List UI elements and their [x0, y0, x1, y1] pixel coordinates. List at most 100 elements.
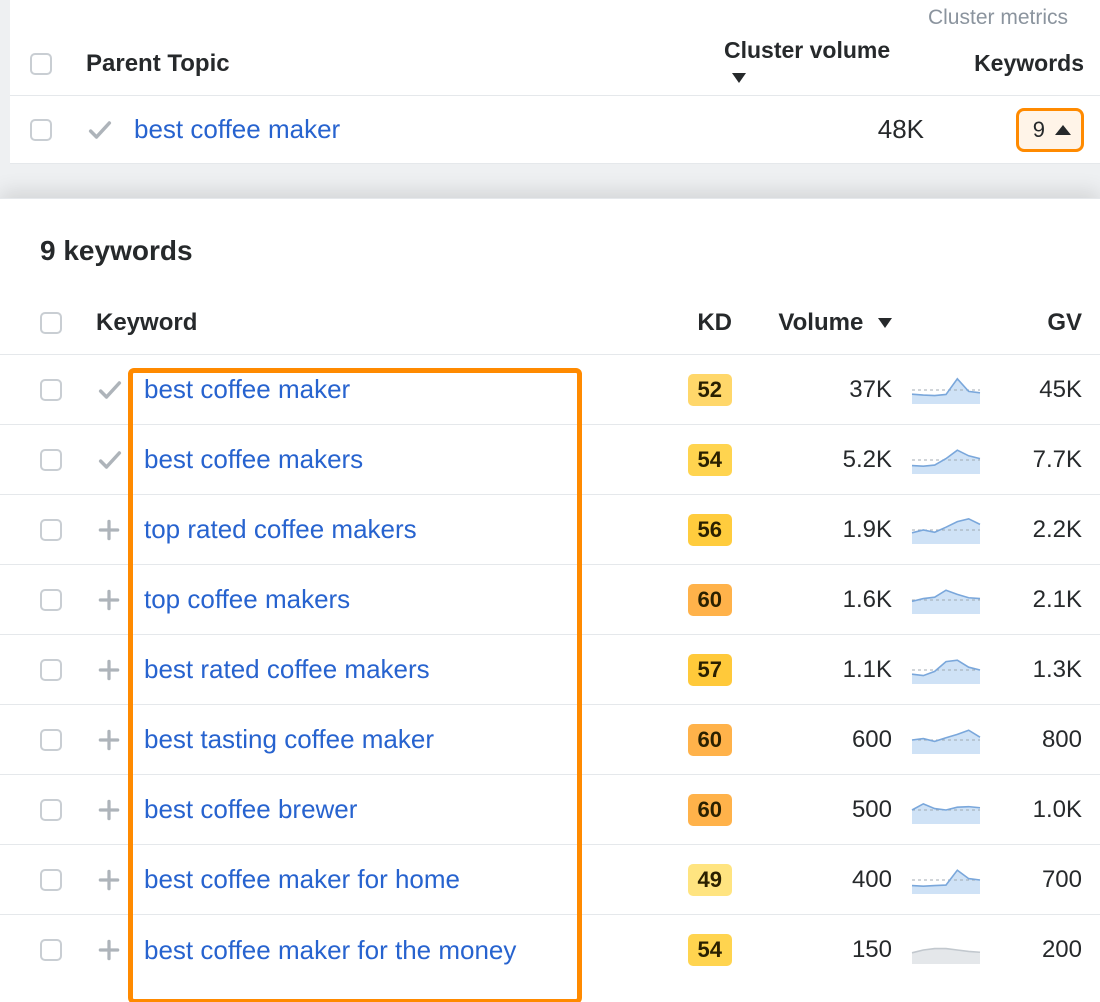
keyword-volume: 37K: [849, 376, 892, 404]
keyword-link[interactable]: best tasting coffee maker: [144, 724, 652, 755]
parent-header-row: Parent Topic Cluster volume Keywords: [10, 32, 1100, 96]
keyword-row: best coffee makers 54 5.2K 7.7K: [0, 425, 1100, 495]
keyword-volume: 5.2K: [843, 446, 892, 474]
keyword-row: best coffee brewer 60 500 1.0K: [0, 775, 1100, 845]
keyword-row-checkbox[interactable]: [40, 939, 62, 961]
keyword-gv: 2.2K: [1033, 516, 1082, 544]
plus-icon[interactable]: [96, 517, 144, 543]
plus-icon[interactable]: [96, 587, 144, 613]
col-keywords[interactable]: Keywords: [974, 50, 1084, 77]
keyword-gv: 45K: [1039, 376, 1082, 404]
col-keyword[interactable]: Keyword: [96, 309, 632, 337]
parent-cluster-volume: 48K: [878, 114, 924, 145]
plus-icon[interactable]: [96, 657, 144, 683]
keyword-gv: 800: [1042, 726, 1082, 754]
col-cluster-volume-text: Cluster volume: [724, 37, 890, 63]
plus-icon[interactable]: [96, 727, 144, 753]
trend-sparkline: [910, 934, 982, 966]
kd-badge: 54: [688, 934, 732, 966]
cluster-metrics-text: Cluster metrics: [928, 6, 1068, 30]
keyword-link[interactable]: best coffee brewer: [144, 794, 652, 825]
keyword-volume: 600: [852, 726, 892, 754]
keyword-gv: 700: [1042, 866, 1082, 894]
keyword-row-checkbox[interactable]: [40, 869, 62, 891]
keyword-gv: 1.3K: [1033, 656, 1082, 684]
keyword-volume: 1.6K: [843, 586, 892, 614]
keyword-link[interactable]: best coffee maker for the money: [144, 935, 652, 966]
cluster-metrics-label: Cluster metrics: [10, 0, 1100, 32]
sort-caret-down-icon: [732, 73, 746, 83]
parent-row-checkbox[interactable]: [30, 119, 52, 141]
keyword-row: best coffee maker for the money54150 200: [0, 915, 1100, 985]
parent-topic-link[interactable]: best coffee maker: [134, 114, 340, 144]
sort-caret-down-icon: [878, 318, 892, 328]
keyword-link[interactable]: top rated coffee makers: [144, 514, 652, 545]
keyword-row: best rated coffee makers571.1K 1.3K: [0, 635, 1100, 705]
keyword-volume: 400: [852, 866, 892, 894]
keyword-row: best tasting coffee maker 60 600 800: [0, 705, 1100, 775]
kd-badge: 56: [688, 514, 732, 546]
keyword-gv: 2.1K: [1033, 586, 1082, 614]
kd-badge: 49: [688, 864, 732, 896]
kd-badge: 52: [688, 374, 732, 406]
keywords-count: 9: [1033, 117, 1045, 143]
col-kd[interactable]: KD: [697, 309, 732, 337]
keywords-header-row: Keyword KD Volume GV: [0, 291, 1100, 355]
keyword-row: best coffee maker 52 37K 45K: [0, 355, 1100, 425]
keywords-count-toggle[interactable]: 9: [1016, 108, 1084, 152]
keyword-row-checkbox[interactable]: [40, 659, 62, 681]
check-icon: [96, 446, 144, 474]
check-icon: [96, 376, 144, 404]
kd-badge: 60: [688, 724, 732, 756]
trend-sparkline: [910, 374, 982, 406]
plus-icon[interactable]: [96, 867, 144, 893]
keyword-row: best coffee maker for home 49 400 700: [0, 845, 1100, 915]
keyword-row-checkbox[interactable]: [40, 589, 62, 611]
keyword-row-checkbox[interactable]: [40, 379, 62, 401]
col-volume-text: Volume: [778, 309, 863, 336]
trend-sparkline: [910, 794, 982, 826]
keyword-row-checkbox[interactable]: [40, 729, 62, 751]
trend-sparkline: [910, 514, 982, 546]
trend-sparkline: [910, 864, 982, 896]
trend-sparkline: [910, 724, 982, 756]
keyword-row-checkbox[interactable]: [40, 799, 62, 821]
trend-sparkline: [910, 444, 982, 476]
select-all-parent-checkbox[interactable]: [30, 53, 52, 75]
plus-icon[interactable]: [96, 937, 144, 963]
keyword-rows: best coffee maker5237K 45Kbest coffee ma…: [0, 355, 1100, 985]
keyword-volume: 150: [852, 936, 892, 964]
keyword-row-checkbox[interactable]: [40, 449, 62, 471]
parent-topic-link-wrap: best coffee maker: [134, 114, 744, 145]
keyword-link[interactable]: best rated coffee makers: [144, 654, 652, 685]
select-all-keywords-checkbox[interactable]: [40, 312, 62, 334]
plus-icon[interactable]: [96, 797, 144, 823]
kd-badge: 54: [688, 444, 732, 476]
keyword-link[interactable]: best coffee maker for home: [144, 864, 652, 895]
keyword-row: top rated coffee makers 56 1.9K 2.2K: [0, 495, 1100, 565]
kd-badge: 57: [688, 654, 732, 686]
keyword-row-checkbox[interactable]: [40, 519, 62, 541]
keywords-expanded-panel: 9 keywords Keyword KD Volume GV best cof…: [0, 198, 1100, 1002]
keyword-volume: 500: [852, 796, 892, 824]
cluster-panel: Cluster metrics Parent Topic Cluster vol…: [10, 0, 1100, 164]
kd-badge: 60: [688, 584, 732, 616]
col-cluster-volume[interactable]: Cluster volume: [724, 37, 904, 91]
keyword-gv: 1.0K: [1033, 796, 1082, 824]
keywords-panel-title: 9 keywords: [0, 199, 1100, 291]
col-parent-topic[interactable]: Parent Topic: [86, 50, 724, 78]
caret-up-icon: [1055, 125, 1071, 135]
check-icon: [86, 116, 134, 144]
col-volume[interactable]: Volume: [778, 309, 892, 337]
keyword-volume: 1.9K: [843, 516, 892, 544]
keyword-link[interactable]: best coffee makers: [144, 444, 652, 475]
keyword-gv: 7.7K: [1033, 446, 1082, 474]
trend-sparkline: [910, 654, 982, 686]
trend-sparkline: [910, 584, 982, 616]
col-gv[interactable]: GV: [1047, 309, 1082, 337]
parent-topic-row: best coffee maker 48K 9: [10, 96, 1100, 164]
keyword-link[interactable]: top coffee makers: [144, 584, 652, 615]
keyword-row: top coffee makers 60 1.6K 2.1K: [0, 565, 1100, 635]
kd-badge: 60: [688, 794, 732, 826]
keyword-link[interactable]: best coffee maker: [144, 374, 652, 405]
